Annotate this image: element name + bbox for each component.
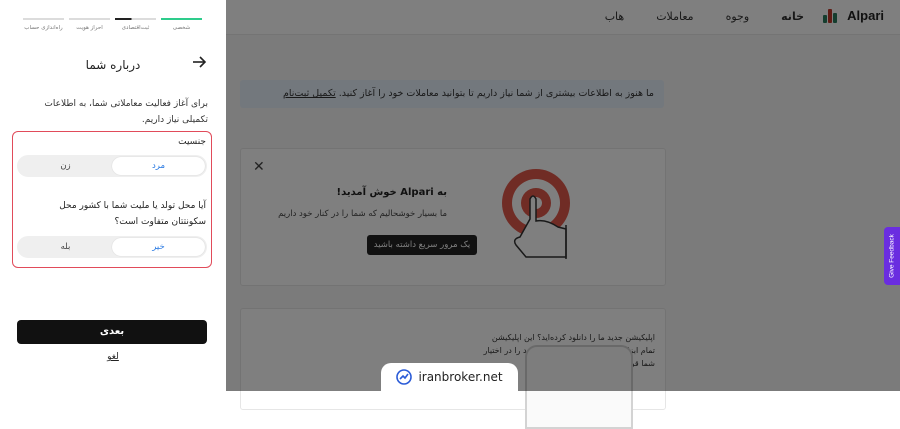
cancel-link[interactable]: لغو (0, 352, 226, 362)
gender-option-male[interactable]: مرد (112, 157, 205, 175)
feedback-label: Give Feedback (888, 234, 896, 278)
gender-toggle: مرد زن (17, 155, 207, 177)
residency-option-yes[interactable]: بله (19, 238, 112, 256)
step-economic: ثبت‌اقتصادی (115, 18, 156, 31)
trend-chart-icon (396, 369, 413, 385)
give-feedback-tab[interactable]: Give Feedback (884, 227, 900, 285)
step-label: احراز هویت (76, 25, 103, 31)
intro-text: برای آغاز فعالیت معاملاتی شما، به اطلاعا… (44, 99, 208, 125)
step-label: راه‌اندازی حساب (24, 25, 63, 31)
progress-steps: شخصی ثبت‌اقتصادی احراز هویت راه‌اندازی ح… (22, 18, 202, 31)
step-personal: شخصی (161, 18, 202, 31)
residency-option-no[interactable]: خیر (112, 238, 205, 256)
step-identity: احراز هویت (69, 18, 110, 31)
step-label: ثبت‌اقتصادی (121, 25, 150, 31)
watermark: iranbroker.net (381, 363, 518, 391)
page-title: درباره شما (85, 58, 141, 72)
onboarding-panel: شخصی ثبت‌اقتصادی احراز هویت راه‌اندازی ح… (0, 0, 226, 391)
gender-label: جنسیت (178, 137, 206, 147)
next-button[interactable]: بعدی (17, 320, 207, 344)
residency-label: آیا محل تولد یا ملیت شما با کشور محل سکو… (59, 201, 206, 227)
gender-option-female[interactable]: زن (19, 157, 112, 175)
step-label: شخصی (172, 25, 191, 31)
step-account-setup: راه‌اندازی حساب (23, 18, 64, 31)
watermark-text: iranbroker.net (418, 370, 503, 384)
residency-toggle: خیر بله (17, 236, 207, 258)
